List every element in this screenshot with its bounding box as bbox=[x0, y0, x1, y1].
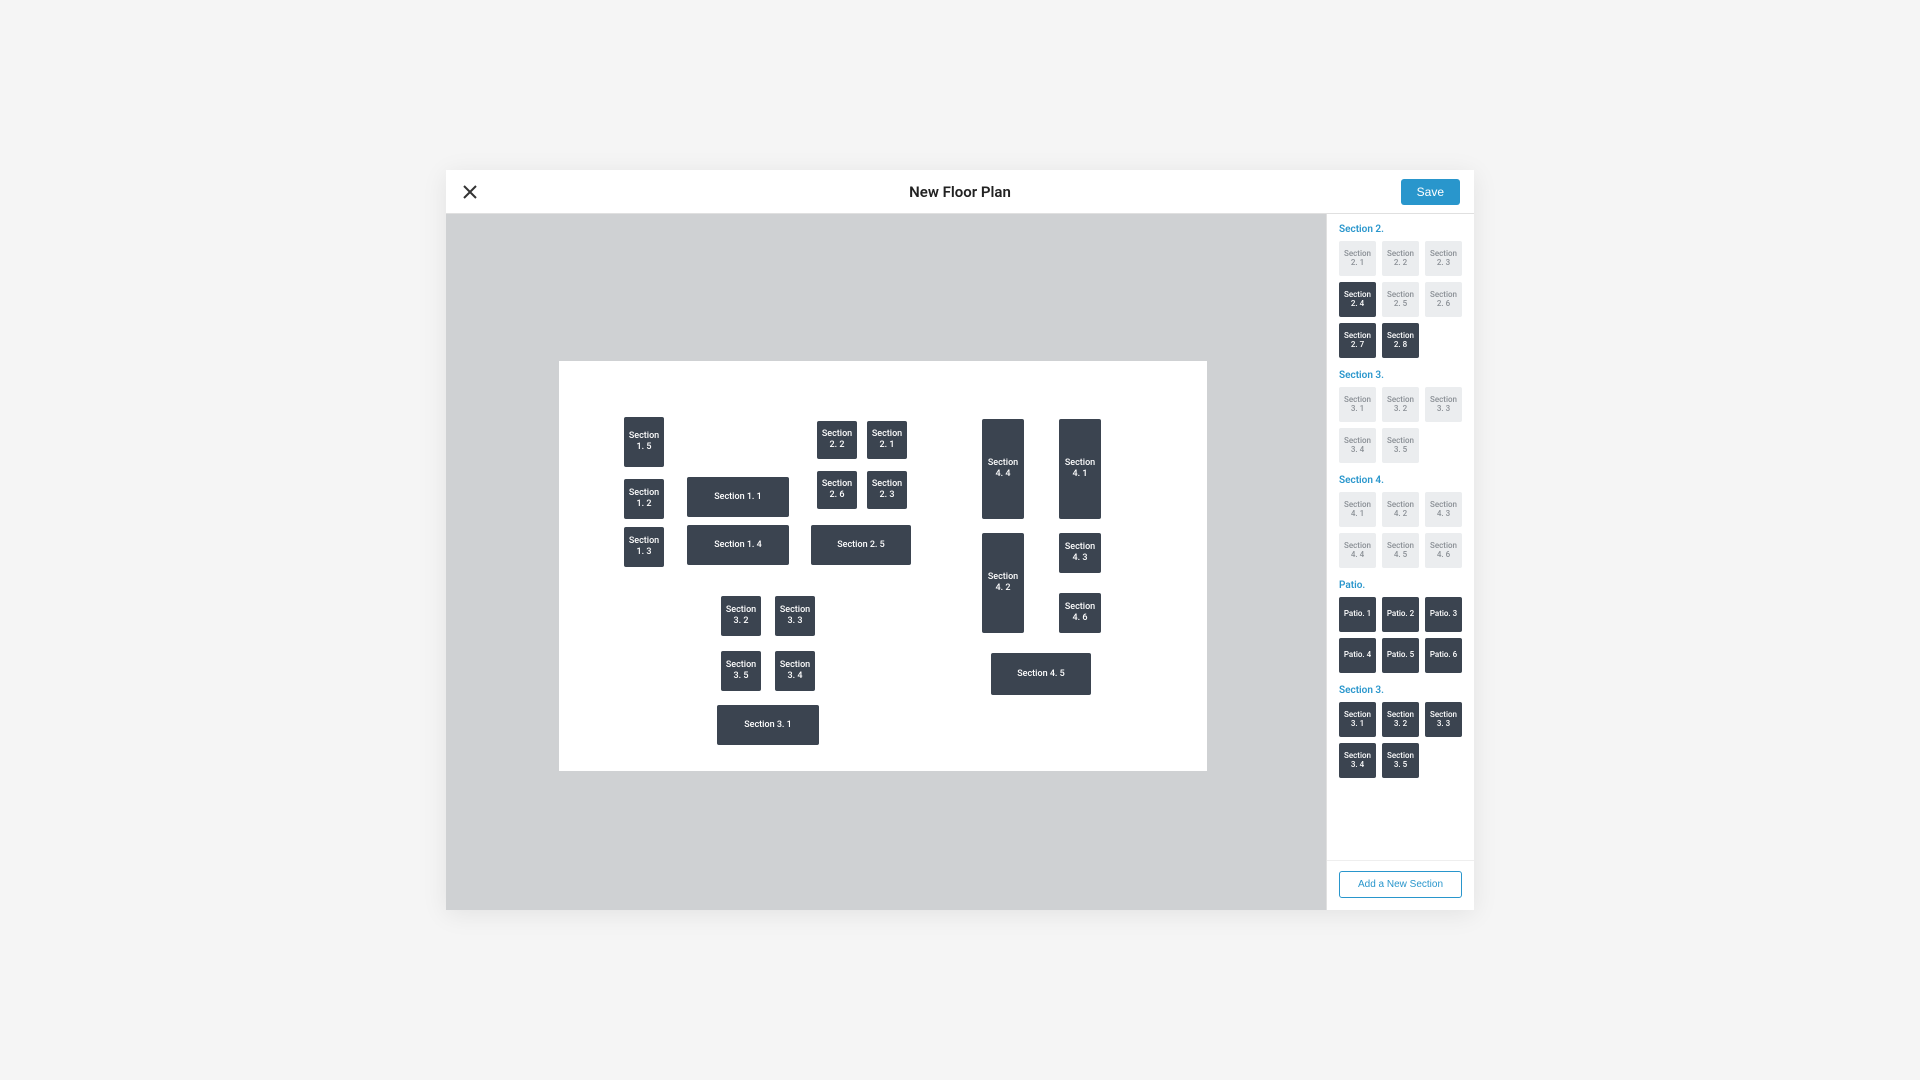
section-title[interactable]: Section 3. bbox=[1339, 685, 1462, 696]
tile-grid: Patio. 1Patio. 2Patio. 3 Patio. 4Patio. 5… bbox=[1339, 597, 1462, 673]
floor-table[interactable]: Section 2. 2 bbox=[817, 421, 857, 459]
table-tile[interactable]: Patio. 2 bbox=[1382, 597, 1419, 632]
section-group: Section 4.Section 4. 1Section 4. 2Sectio… bbox=[1339, 475, 1462, 568]
floor-table[interactable]: Section 1. 1 bbox=[687, 477, 789, 517]
floor-surface[interactable]: Section 1. 5 Section 1. 2 Section 1. 3 Sect… bbox=[559, 361, 1207, 771]
table-tile[interactable]: Section 2. 8 bbox=[1382, 323, 1419, 358]
floor-table[interactable]: Section 3. 3 bbox=[775, 596, 815, 636]
floor-table[interactable]: Section 1. 2 bbox=[624, 479, 664, 519]
floor-table[interactable]: Section 1. 4 bbox=[687, 525, 789, 565]
floor-table[interactable]: Section 2. 5 bbox=[811, 525, 911, 565]
modal-body: Section 1. 5 Section 1. 2 Section 1. 3 Sect… bbox=[446, 214, 1474, 910]
table-tile[interactable]: Section 3. 5 bbox=[1382, 428, 1419, 463]
floor-table[interactable]: Section 3. 1 bbox=[717, 705, 819, 745]
table-tile[interactable]: Section 2. 1 bbox=[1339, 241, 1376, 276]
table-tile[interactable]: Section 4. 2 bbox=[1382, 492, 1419, 527]
table-tile[interactable]: Section 4. 5 bbox=[1382, 533, 1419, 568]
floor-canvas[interactable]: Section 1. 5 Section 1. 2 Section 1. 3 Sect… bbox=[446, 214, 1326, 910]
section-group: Section 3.Section 3. 1Section 3. 2Sectio… bbox=[1339, 685, 1462, 778]
table-tile[interactable]: Section 3. 1 bbox=[1339, 702, 1376, 737]
section-title[interactable]: Section 3. bbox=[1339, 370, 1462, 381]
floor-table[interactable]: Section 4. 1 bbox=[1059, 419, 1101, 519]
table-tile[interactable]: Section 2. 3 bbox=[1425, 241, 1462, 276]
table-tile[interactable]: Section 3. 3 bbox=[1425, 387, 1462, 422]
floor-plan-modal: New Floor Plan Save Section 1. 5Section … bbox=[446, 170, 1474, 910]
floor-table[interactable]: Section 2. 6 bbox=[817, 471, 857, 509]
modal-header: New Floor Plan Save bbox=[446, 170, 1474, 214]
floor-table[interactable]: Section 3. 2 bbox=[721, 596, 761, 636]
table-tile[interactable]: Patio. 3 bbox=[1425, 597, 1462, 632]
table-tile[interactable]: Section 2. 5 bbox=[1382, 282, 1419, 317]
table-tile[interactable]: Section 3. 3 bbox=[1425, 702, 1462, 737]
close-icon bbox=[462, 184, 478, 200]
section-title[interactable]: Section 4. bbox=[1339, 475, 1462, 486]
floor-table[interactable]: Section 4. 3 bbox=[1059, 533, 1101, 573]
table-tile[interactable]: Section 2. 6 bbox=[1425, 282, 1462, 317]
floor-table[interactable]: Section 4. 4 bbox=[982, 419, 1024, 519]
table-tile[interactable]: Patio. 4 bbox=[1339, 638, 1376, 673]
tile-grid: Section 2. 1Section 2. 2Section 2. 3Sect… bbox=[1339, 241, 1462, 358]
table-tile[interactable]: Section 4. 3 bbox=[1425, 492, 1462, 527]
add-section-button[interactable]: Add a New Section bbox=[1339, 871, 1462, 898]
floor-table[interactable]: Section 4. 5 bbox=[991, 653, 1091, 695]
table-tile[interactable]: Patio. 6 bbox=[1425, 638, 1462, 673]
floor-table[interactable]: Section 3. 5 bbox=[721, 651, 761, 691]
section-group: Section 2.Section 2. 1Section 2. 2Sectio… bbox=[1339, 224, 1462, 358]
table-tile[interactable]: Section 2. 2 bbox=[1382, 241, 1419, 276]
section-group: Section 3.Section 3. 1Section 3. 2Sectio… bbox=[1339, 370, 1462, 463]
tile-grid: Section 3. 1Section 3. 2Section 3. 3Sect… bbox=[1339, 702, 1462, 778]
floor-table[interactable]: Section 4. 2 bbox=[982, 533, 1024, 633]
table-tile[interactable]: Section 2. 7 bbox=[1339, 323, 1376, 358]
table-tile[interactable]: Section 4. 4 bbox=[1339, 533, 1376, 568]
floor-table[interactable]: Section 4. 6 bbox=[1059, 593, 1101, 633]
table-tile[interactable]: Patio. 5 bbox=[1382, 638, 1419, 673]
tile-grid: Section 3. 1Section 3. 2Section 3. 3Sect… bbox=[1339, 387, 1462, 463]
table-tile[interactable]: Section 3. 1 bbox=[1339, 387, 1376, 422]
table-tile[interactable]: Section 3. 2 bbox=[1382, 387, 1419, 422]
section-group: Patio.Patio. 1Patio. 2Patio. 3Patio. 4Pa… bbox=[1339, 580, 1462, 673]
table-tile[interactable]: Section 3. 5 bbox=[1382, 743, 1419, 778]
floor-table[interactable]: Section 3. 4 bbox=[775, 651, 815, 691]
floor-table[interactable]: Section 2. 1 bbox=[867, 421, 907, 459]
table-tile[interactable]: Section 4. 1 bbox=[1339, 492, 1376, 527]
table-tile[interactable]: Patio. 1 bbox=[1339, 597, 1376, 632]
section-title[interactable]: Section 2. bbox=[1339, 224, 1462, 235]
table-tile[interactable]: Section 2. 4 bbox=[1339, 282, 1376, 317]
table-tile[interactable]: Section 3. 4 bbox=[1339, 428, 1376, 463]
sidebar: Section 2.Section 2. 1Section 2. 2Sectio… bbox=[1326, 214, 1474, 910]
table-tile[interactable]: Section 4. 6 bbox=[1425, 533, 1462, 568]
floor-table[interactable]: Section 1. 5 bbox=[624, 417, 664, 467]
modal-title: New Floor Plan bbox=[909, 183, 1011, 201]
tile-grid: Section 4. 1Section 4. 2Section 4. 3Sect… bbox=[1339, 492, 1462, 568]
section-title[interactable]: Patio. bbox=[1339, 580, 1462, 591]
floor-table[interactable]: Section 2. 3 bbox=[867, 471, 907, 509]
table-tile[interactable]: Section 3. 4 bbox=[1339, 743, 1376, 778]
table-tile[interactable]: Section 3. 2 bbox=[1382, 702, 1419, 737]
sidebar-scroll[interactable]: Section 2.Section 2. 1Section 2. 2Sectio… bbox=[1327, 214, 1474, 860]
close-button[interactable] bbox=[460, 182, 480, 202]
sidebar-footer: Add a New Section bbox=[1327, 860, 1474, 910]
floor-table[interactable]: Section 1. 3 bbox=[624, 527, 664, 567]
save-button[interactable]: Save bbox=[1401, 179, 1460, 205]
